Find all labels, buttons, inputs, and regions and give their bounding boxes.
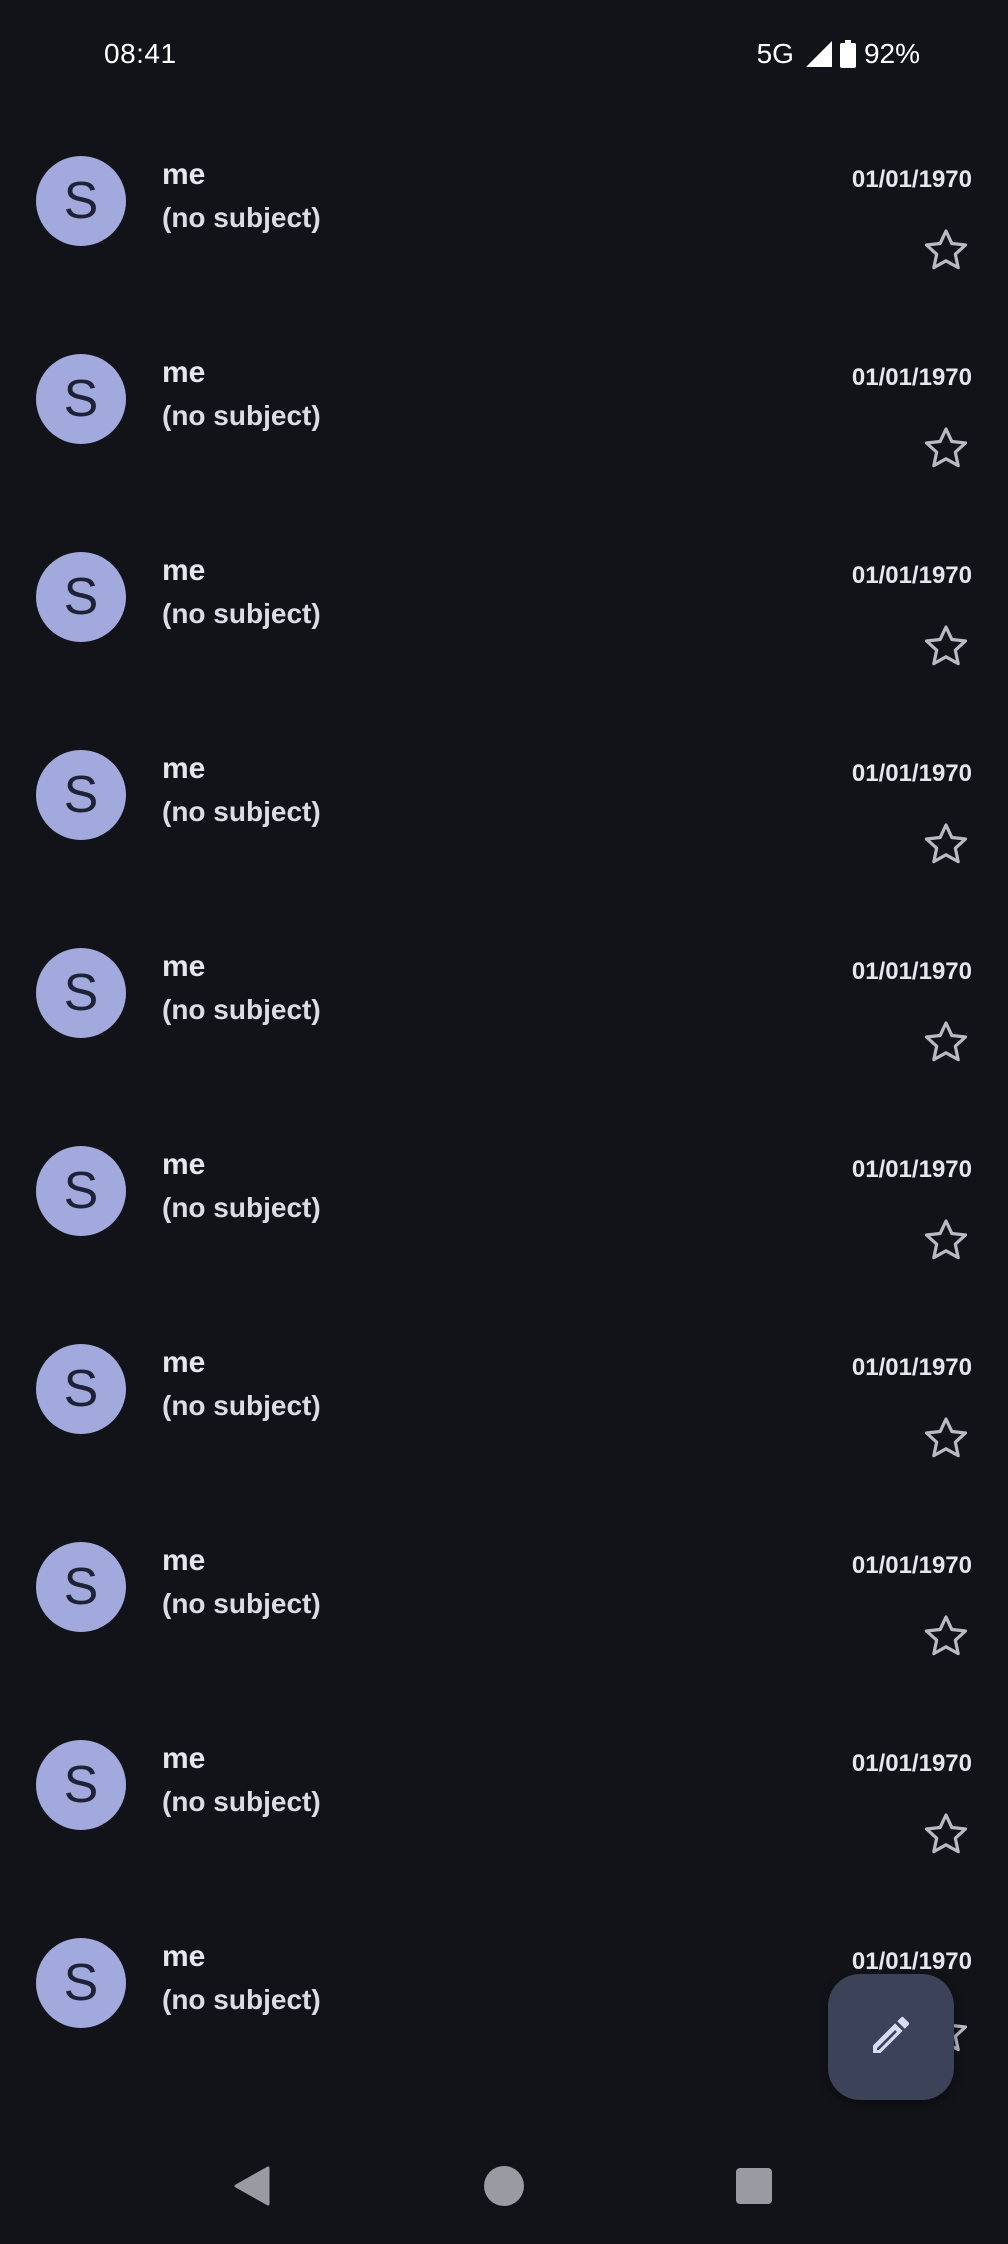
mail-list-item[interactable]: Sme (no subject) 01/01/1970 (0, 1696, 1008, 1894)
mail-screen: 08:41 5G 92% Sme (no subject) 01/01/1970 Sm… (0, 0, 1008, 2244)
mail-list-item[interactable]: Sme (no subject) 01/01/1970 (0, 706, 1008, 904)
sender-name: me (162, 950, 206, 983)
star-icon[interactable] (920, 1808, 972, 1860)
mail-list-item[interactable]: Sme (no subject) 01/01/1970 (0, 508, 1008, 706)
mail-date: 01/01/1970 (851, 1156, 972, 1183)
sender-name: me (162, 1742, 206, 1775)
avatar: S (36, 1740, 126, 1830)
status-time: 08:41 (104, 38, 177, 69)
sender-name: me (162, 1148, 206, 1181)
avatar: S (36, 354, 126, 444)
avatar: S (36, 1146, 126, 1236)
star-icon[interactable] (920, 1016, 972, 1068)
mail-subject: (no subject) (162, 1588, 321, 1619)
star-icon[interactable] (920, 1214, 972, 1266)
mail-subject: (no subject) (162, 796, 321, 827)
mail-date: 01/01/1970 (851, 364, 972, 391)
star-icon[interactable] (920, 620, 972, 672)
mail-date: 01/01/1970 (851, 1948, 972, 1975)
avatar-letter: S (63, 568, 99, 626)
sender-name: me (162, 158, 206, 191)
avatar-letter: S (63, 964, 99, 1022)
mail-date: 01/01/1970 (851, 166, 972, 193)
avatar-letter: S (63, 370, 99, 428)
avatar: S (36, 1542, 126, 1632)
mail-list-item[interactable]: Sme (no subject) 01/01/1970 (0, 1102, 1008, 1300)
sender-name: me (162, 1544, 206, 1577)
mail-list-item[interactable]: Sme (no subject) 01/01/1970 (0, 1300, 1008, 1498)
avatar-letter: S (63, 1162, 99, 1220)
mail-subject: (no subject) (162, 994, 321, 1025)
mail-subject: (no subject) (162, 598, 321, 629)
sender-name: me (162, 1940, 206, 1973)
mail-list: Sme (no subject) 01/01/1970 Sme (no subject)… (0, 112, 1008, 2092)
avatar: S (36, 1344, 126, 1434)
avatar-letter: S (63, 766, 99, 824)
mail-subject: (no subject) (162, 1192, 321, 1223)
mail-list-item[interactable]: Sme (no subject) 01/01/1970 (0, 1498, 1008, 1696)
mail-subject: (no subject) (162, 1390, 321, 1421)
star-icon[interactable] (920, 224, 972, 276)
mail-subject: (no subject) (162, 400, 321, 431)
signal-icon (805, 41, 832, 67)
mail-list-item[interactable]: Sme (no subject) 01/01/1970 (0, 904, 1008, 1102)
mail-date: 01/01/1970 (851, 562, 972, 589)
avatar-letter: S (63, 172, 99, 230)
mail-date: 01/01/1970 (851, 1552, 972, 1579)
mail-subject: (no subject) (162, 1786, 321, 1817)
star-icon[interactable] (920, 1610, 972, 1662)
mail-date: 01/01/1970 (851, 958, 972, 985)
star-icon[interactable] (920, 422, 972, 474)
sender-name: me (162, 554, 206, 587)
avatar: S (36, 948, 126, 1038)
sender-name: me (162, 356, 206, 389)
avatar-letter: S (63, 1558, 99, 1616)
avatar: S (36, 750, 126, 840)
avatar: S (36, 1938, 126, 2028)
mail-date: 01/01/1970 (851, 1750, 972, 1777)
mail-date: 01/01/1970 (851, 760, 972, 787)
mail-date: 01/01/1970 (851, 1354, 972, 1381)
status-bar: 08:41 5G 92% (0, 0, 1008, 112)
avatar-letter: S (63, 1954, 99, 2012)
battery-level: 92% (863, 38, 920, 69)
star-icon[interactable] (920, 1412, 972, 1464)
battery-icon (839, 40, 856, 68)
home-icon[interactable] (484, 2166, 524, 2206)
back-icon[interactable] (232, 2166, 272, 2211)
network-type: 5G (756, 38, 794, 69)
status-indicators: 5G 92% (757, 38, 920, 70)
pencil-icon (867, 2011, 915, 2064)
mail-list-item[interactable]: Sme (no subject) 01/01/1970 (0, 112, 1008, 310)
recents-icon[interactable] (736, 2168, 772, 2204)
navigation-bar (0, 2130, 1008, 2244)
star-icon[interactable] (920, 818, 972, 870)
sender-name: me (162, 752, 206, 785)
mail-subject: (no subject) (162, 1984, 321, 2015)
avatar-letter: S (63, 1360, 99, 1418)
avatar: S (36, 156, 126, 246)
avatar: S (36, 552, 126, 642)
compose-button[interactable] (828, 1974, 954, 2100)
mail-subject: (no subject) (162, 202, 321, 233)
mail-list-item[interactable]: Sme (no subject) 01/01/1970 (0, 310, 1008, 508)
sender-name: me (162, 1346, 206, 1379)
avatar-letter: S (63, 1756, 99, 1814)
